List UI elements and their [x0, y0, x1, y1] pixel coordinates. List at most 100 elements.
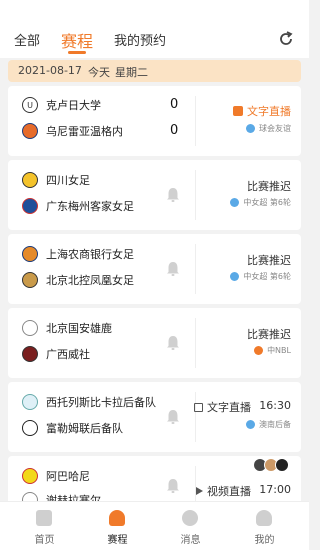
league-label: 澳南后备	[259, 420, 291, 429]
league-label: 球会友谊	[259, 124, 291, 133]
team-logo-icon	[22, 198, 38, 214]
bell-icon[interactable]	[166, 478, 180, 494]
team-logo-icon	[22, 123, 38, 139]
live-text-link[interactable]: 文字直播	[194, 399, 251, 415]
football-icon	[246, 420, 255, 429]
team-logo-icon	[22, 394, 38, 410]
status-label: 视频直播	[207, 485, 251, 498]
nav-schedule[interactable]: 赛程	[79, 502, 156, 550]
text-live-icon	[194, 402, 203, 412]
tab-all[interactable]: 全部	[14, 30, 40, 49]
league-info: 中NBL	[254, 345, 291, 356]
football-icon	[230, 198, 240, 207]
text-live-icon	[233, 106, 243, 116]
match-card[interactable]: 四川女足 广东梅州客家女足 比赛推迟 中女超 第6轮	[8, 160, 301, 230]
team-logo-icon	[22, 420, 38, 436]
match-card[interactable]: 西托列斯比卡拉后备队 富勒姆联后备队 文字直播 16:30 澳南后备	[8, 382, 301, 452]
match-card[interactable]: U 克卢日大学 乌尼雷亚温格内 0 0 文字直播 球会友谊	[8, 86, 301, 156]
league-info: 澳南后备	[246, 419, 291, 430]
home-team-name: 阿巴哈尼	[46, 470, 90, 483]
away-team-name: 富勒姆联后备队	[46, 422, 123, 435]
home-team: 阿巴哈尼	[22, 466, 90, 486]
status-label: 文字直播	[207, 401, 251, 414]
nav-label: 消息	[180, 535, 201, 546]
away-score: 0	[170, 123, 179, 138]
team-logo-icon	[22, 272, 38, 288]
live-text-link[interactable]: 文字直播	[233, 103, 291, 119]
home-team-name: 上海农商银行女足	[46, 248, 134, 261]
football-icon	[246, 124, 255, 133]
divider	[195, 96, 196, 146]
nav-home[interactable]: 首页	[6, 502, 83, 550]
team-logo-icon	[22, 468, 38, 484]
basketball-icon	[254, 346, 264, 355]
match-card[interactable]: 北京国安雄鹿 广西威社 比赛推迟 中NBL	[8, 308, 301, 378]
refresh-icon[interactable]	[277, 30, 295, 48]
team-logo-icon	[22, 320, 38, 336]
date-text: 2021-08-17	[18, 64, 82, 77]
home-team: 四川女足	[22, 170, 90, 190]
nav-label: 首页	[34, 535, 55, 546]
top-bar: 全部 赛程 我的预约	[0, 0, 309, 58]
tab-active-indicator	[68, 51, 86, 54]
home-team-name: 西托列斯比卡拉后备队	[46, 396, 156, 409]
league-info: 中女超 第6轮	[230, 271, 291, 282]
home-icon	[36, 510, 52, 526]
league-label: 中NBL	[267, 346, 291, 355]
play-icon	[196, 487, 203, 495]
avatar	[275, 458, 289, 472]
away-team: 广西威社	[22, 344, 90, 364]
league-info: 中女超 第6轮	[230, 197, 291, 208]
football-icon	[230, 272, 240, 281]
match-time: 17:00	[259, 483, 291, 496]
tab-schedule[interactable]: 赛程	[61, 28, 93, 52]
trophy-icon	[109, 510, 125, 526]
home-team: 北京国安雄鹿	[22, 318, 112, 338]
match-time: 16:30	[259, 399, 291, 412]
user-icon	[256, 510, 272, 526]
away-team: 北京北控凤凰女足	[22, 270, 134, 290]
tab-my-bookings[interactable]: 我的预约	[114, 30, 166, 49]
bell-icon[interactable]	[166, 409, 180, 425]
today-label: 今天	[88, 66, 110, 79]
nav-label: 赛程	[107, 535, 128, 546]
bell-icon[interactable]	[166, 335, 180, 351]
bell-icon[interactable]	[166, 261, 180, 277]
bell-icon[interactable]	[166, 187, 180, 203]
team-logo-icon	[22, 346, 38, 362]
home-score: 0	[170, 97, 179, 112]
divider	[195, 318, 196, 368]
home-team-name: 四川女足	[46, 174, 90, 187]
date-bar: 2021-08-17 今天 星期二	[8, 60, 301, 82]
divider	[195, 244, 196, 294]
away-team-name: 广东梅州客家女足	[46, 200, 134, 213]
league-info: 球会友谊	[246, 123, 291, 134]
nav-mine[interactable]: 我的	[226, 502, 303, 550]
live-video-link[interactable]: 视频直播	[196, 483, 251, 499]
message-icon	[182, 510, 198, 526]
home-team-name: 克卢日大学	[46, 99, 101, 112]
away-team: 广东梅州客家女足	[22, 196, 134, 216]
home-team-name: 北京国安雄鹿	[46, 322, 112, 335]
match-card[interactable]: 上海农商银行女足 北京北控凤凰女足 比赛推迟 中女超 第6轮	[8, 234, 301, 304]
status-label: 比赛推迟	[247, 328, 291, 341]
weekday-label: 星期二	[115, 66, 148, 79]
bottom-nav: 首页 赛程 消息 我的	[0, 501, 309, 550]
away-team-name: 北京北控凤凰女足	[46, 274, 134, 287]
team-logo-icon	[22, 246, 38, 262]
nav-messages[interactable]: 消息	[152, 502, 229, 550]
away-team-name: 广西威社	[46, 348, 90, 361]
league-label: 中女超 第6轮	[243, 198, 291, 207]
status-label: 比赛推迟	[247, 180, 291, 193]
away-team: 乌尼雷亚温格内	[22, 121, 123, 141]
team-logo-icon	[22, 172, 38, 188]
team-logo-icon: U	[22, 97, 38, 113]
status-label: 文字直播	[247, 105, 291, 118]
commentator-avatars	[253, 458, 289, 472]
home-team: 西托列斯比卡拉后备队	[22, 392, 156, 412]
away-team: 富勒姆联后备队	[22, 418, 123, 438]
nav-label: 我的	[254, 535, 275, 546]
divider	[195, 170, 196, 220]
away-team-name: 乌尼雷亚温格内	[46, 125, 123, 138]
status-label: 比赛推迟	[247, 254, 291, 267]
